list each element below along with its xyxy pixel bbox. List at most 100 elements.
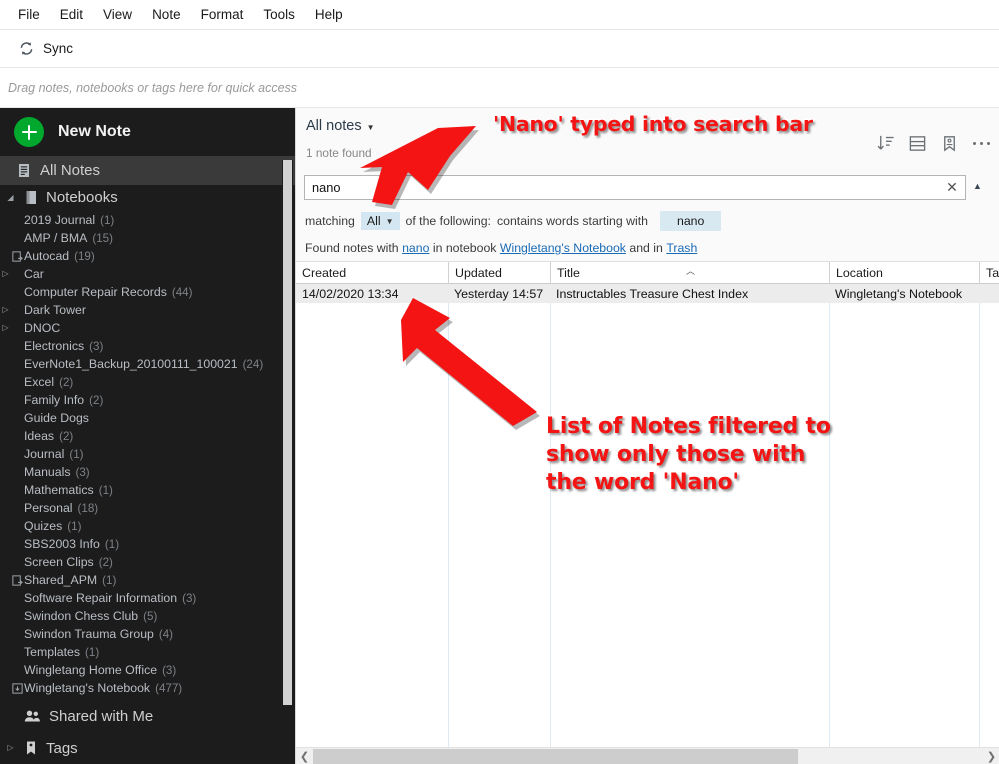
notebook-item[interactable]: Excel (2) <box>0 373 295 391</box>
notebook-count: (15) <box>92 231 113 245</box>
chevron-right-icon[interactable]: ▷ <box>5 744 16 752</box>
more-options-icon[interactable] <box>972 138 991 149</box>
sidebar-scrollbar-thumb[interactable] <box>283 160 292 705</box>
notes-header-icons <box>876 134 991 153</box>
filter-term-pill[interactable]: nano <box>660 210 722 231</box>
menu-item-help[interactable]: Help <box>305 3 353 26</box>
found-trash-link[interactable]: Trash <box>666 241 697 255</box>
chevron-right-icon[interactable]: ▷ <box>0 306 11 314</box>
horizontal-scrollbar-thumb[interactable] <box>313 749 798 764</box>
notebook-label: Swindon Chess Club <box>24 609 139 623</box>
notebook-item[interactable]: Swindon Trauma Group (4) <box>0 625 295 643</box>
menu-item-tools[interactable]: Tools <box>253 3 305 26</box>
notebook-label: Shared_APM <box>24 573 98 587</box>
notebook-item[interactable]: Guide Dogs <box>0 409 295 427</box>
sidebar-item-shared-with-me[interactable]: Shared with Me <box>0 700 295 732</box>
sync-button[interactable]: Sync <box>12 37 79 60</box>
notebook-count: (1) <box>100 213 115 227</box>
menu-item-note[interactable]: Note <box>142 3 191 26</box>
notebook-label: Excel <box>24 375 55 389</box>
table-row[interactable]: 14/02/2020 13:34 Yesterday 14:57 Instruc… <box>296 284 999 303</box>
search-box[interactable]: ✕ <box>304 175 966 200</box>
column-header-location[interactable]: Location <box>829 262 979 284</box>
horizontal-scrollbar[interactable]: ❮ ❯ <box>296 747 999 764</box>
search-input[interactable] <box>305 180 939 195</box>
notebook-item[interactable]: Electronics (3) <box>0 337 295 355</box>
chevron-up-icon[interactable]: ▲ <box>973 181 982 191</box>
notebook-item[interactable]: Wingletang's Notebook (477) <box>0 679 295 697</box>
plus-circle-icon <box>14 117 44 147</box>
notebook-item[interactable]: Family Info (2) <box>0 391 295 409</box>
chevron-right-icon[interactable]: ▷ <box>0 270 11 278</box>
notebook-item[interactable]: Wingletang Home Office (3) <box>0 661 295 679</box>
menu-item-format[interactable]: Format <box>191 3 254 26</box>
notebook-item[interactable]: Software Repair Information (3) <box>0 589 295 607</box>
notebook-item[interactable]: ▷ Car <box>0 265 295 283</box>
sort-ascending-chevron: ︿ <box>686 266 696 276</box>
chevron-down-icon[interactable]: ◢ <box>5 193 16 202</box>
found-notes-summary: Found notes with nano in notebook Wingle… <box>296 235 999 262</box>
notebook-item[interactable]: EverNote1_Backup_20100111_100021 (24) <box>0 355 295 373</box>
column-header-updated[interactable]: Updated <box>448 262 550 284</box>
tag-icon[interactable] <box>940 134 959 153</box>
scope-dropdown[interactable]: All notes ▼ <box>306 118 375 134</box>
notebook-item[interactable]: Journal (1) <box>0 445 295 463</box>
notebook-label: Templates <box>24 645 81 659</box>
notebook-item[interactable]: Shared_APM (1) <box>0 571 295 589</box>
chevron-right-icon[interactable]: ▷ <box>0 324 11 332</box>
notebook-item[interactable]: Personal (18) <box>0 499 295 517</box>
menu-item-edit[interactable]: Edit <box>50 3 93 26</box>
sync-label: Sync <box>43 41 74 56</box>
notebook-item[interactable]: ▷ DNOC <box>0 319 295 337</box>
chevron-down-icon: ▼ <box>385 217 394 226</box>
sidebar-section-notebooks[interactable]: ◢ Notebooks <box>0 185 295 210</box>
column-header-tags[interactable]: Ta <box>979 262 999 284</box>
notebook-item[interactable]: SBS2003 Info (1) <box>0 535 295 553</box>
notebook-item[interactable]: Swindon Chess Club (5) <box>0 607 295 625</box>
menu-item-file[interactable]: File <box>8 3 50 26</box>
chevron-left-icon[interactable]: ❮ <box>296 748 313 764</box>
filter-prefix-label: matching <box>305 213 355 228</box>
notebook-item[interactable]: Screen Clips (2) <box>0 553 295 571</box>
notebook-count: (3) <box>75 465 90 479</box>
notebook-count: (2) <box>59 429 74 443</box>
notebook-item[interactable]: Computer Repair Records (44) <box>0 283 295 301</box>
sync-toolbar: Sync <box>0 30 999 68</box>
notebook-label: 2019 Journal <box>24 213 96 227</box>
notebook-label: Personal <box>24 501 73 515</box>
notebook-item[interactable]: Autocad (19) <box>0 247 295 265</box>
close-x-icon[interactable]: ✕ <box>939 176 965 199</box>
notebook-item[interactable]: Mathematics (1) <box>0 481 295 499</box>
column-header-created[interactable]: Created <box>296 262 448 284</box>
notebook-label: Autocad <box>24 249 70 263</box>
cell-updated: Yesterday 14:57 <box>454 286 544 301</box>
sidebar-item-tags[interactable]: ▷ Tags <box>0 732 295 764</box>
notebook-item[interactable]: 2019 Journal (1) <box>0 211 295 229</box>
notebook-item[interactable]: Quizes (1) <box>0 517 295 535</box>
quick-access-dropzone[interactable]: Drag notes, notebooks or tags here for q… <box>0 68 999 108</box>
notebook-count: (2) <box>59 375 74 389</box>
sidebar-item-all-notes[interactable]: All Notes <box>0 156 295 185</box>
sort-descending-icon[interactable] <box>876 134 895 153</box>
notebook-label: Guide Dogs <box>24 411 89 425</box>
notebook-count: (3) <box>89 339 104 353</box>
found-notebook-link[interactable]: Wingletang's Notebook <box>500 241 626 255</box>
notebook-item[interactable]: ▷ Dark Tower <box>0 301 295 319</box>
notebook-count: (2) <box>89 393 104 407</box>
notebook-label: Computer Repair Records <box>24 285 167 299</box>
notebook-item[interactable]: Ideas (2) <box>0 427 295 445</box>
notebook-count: (1) <box>98 483 113 497</box>
found-term-link[interactable]: nano <box>402 241 429 255</box>
new-note-button[interactable]: New Note <box>0 108 295 156</box>
view-layout-icon[interactable] <box>908 134 927 153</box>
menu-item-view[interactable]: View <box>93 3 142 26</box>
notebook-item[interactable]: Manuals (3) <box>0 463 295 481</box>
filter-operator-dropdown[interactable]: All ▼ <box>360 211 400 230</box>
notebook-item[interactable]: AMP / BMA (15) <box>0 229 295 247</box>
notebook-label: Software Repair Information <box>24 591 178 605</box>
shared-notebook-icon <box>12 250 23 262</box>
notes-list-header: All notes ▼ 1 note found <box>296 108 999 168</box>
chevron-right-icon[interactable]: ❯ <box>983 748 999 764</box>
notebook-item[interactable]: Templates (1) <box>0 643 295 661</box>
notes-list-panel: All notes ▼ 1 note found nano ✕ ▲ matchi… <box>295 108 999 764</box>
